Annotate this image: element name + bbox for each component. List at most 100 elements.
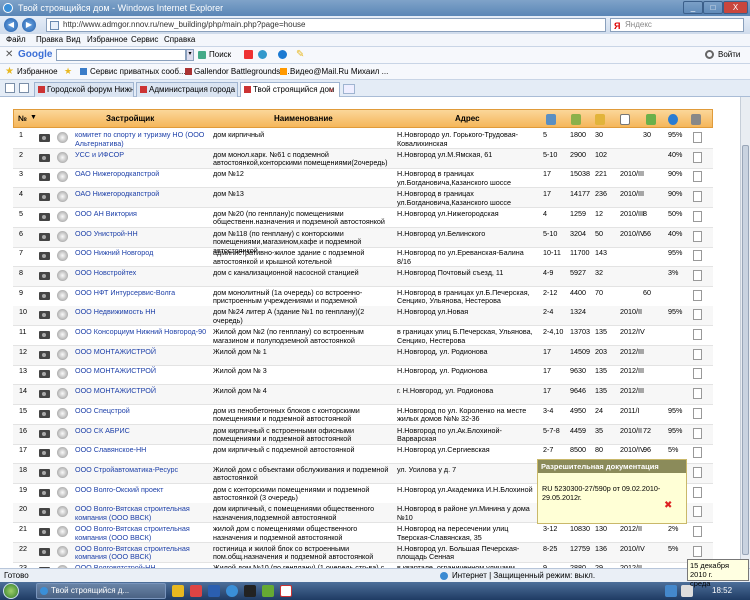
close-window-button[interactable]: X [723, 1, 748, 14]
translate-icon[interactable] [278, 50, 287, 59]
document-icon[interactable] [693, 132, 702, 143]
document-icon[interactable] [693, 506, 702, 518]
building-icon[interactable] [546, 114, 556, 125]
document-icon[interactable] [693, 230, 702, 242]
cell-dev[interactable]: ООО Недвижимость НН [75, 308, 207, 317]
camera-icon[interactable] [39, 528, 50, 536]
disc-icon[interactable] [57, 348, 68, 360]
camera-icon[interactable] [39, 508, 50, 517]
favlink-2[interactable]: Gallendor Battlegrounds -... [194, 67, 292, 76]
forward-button[interactable]: ▶ [22, 18, 36, 32]
cell-dev[interactable]: ООО Нижний Новгород [75, 249, 207, 258]
camera-icon[interactable] [39, 252, 50, 261]
disc-icon[interactable] [57, 269, 68, 281]
favorites-button[interactable]: Избранное [17, 67, 58, 76]
media-icon[interactable] [244, 585, 256, 597]
maximize-button[interactable]: □ [703, 1, 723, 14]
favlink-1[interactable]: Сервис приватных сооб... [90, 67, 186, 76]
camera-icon[interactable] [39, 291, 50, 300]
document-icon[interactable] [693, 309, 702, 321]
favlink-3[interactable]: Видео@Mail.Ru Михаил ... [290, 67, 388, 76]
scrollbar-thumb[interactable] [742, 145, 749, 555]
disc-icon[interactable] [57, 329, 68, 340]
disc-icon[interactable] [57, 289, 68, 301]
search-input[interactable]: Я Яндекс [610, 18, 744, 32]
cell-dev[interactable]: ООО Волго-Вятская строительная компания … [75, 544, 207, 562]
disc-icon[interactable] [57, 151, 68, 163]
cell-dev[interactable]: ООО Волго-Окский проект [75, 485, 207, 495]
google-search-button[interactable]: Поиск [209, 50, 231, 59]
disc-icon[interactable] [57, 191, 68, 203]
disc-icon[interactable] [57, 132, 68, 143]
signin-button[interactable]: Войти [718, 50, 740, 59]
camera-icon[interactable] [39, 468, 50, 477]
camera-icon[interactable] [39, 153, 50, 162]
disc-icon[interactable] [57, 309, 68, 321]
camera-icon[interactable] [39, 212, 50, 221]
word-icon[interactable] [208, 585, 220, 597]
document-icon[interactable] [693, 289, 702, 301]
sort-icon[interactable]: ▼ [30, 114, 37, 121]
menu-file[interactable]: Файл [6, 35, 26, 44]
camera-icon[interactable] [39, 370, 50, 379]
close-toolbar-icon[interactable]: ✕ [5, 49, 13, 60]
cell-dev[interactable]: ООО МОНТАЖИСТРОЙ [75, 367, 207, 376]
start-button[interactable] [3, 583, 19, 599]
camera-icon[interactable] [39, 488, 50, 497]
header-developer[interactable]: Застройщик [106, 114, 154, 123]
tab-house[interactable]: Твой строящийся дом × [240, 82, 340, 98]
menu-tools[interactable]: Сервис [131, 35, 158, 44]
calendar-icon[interactable] [620, 114, 630, 125]
tab-close-icon[interactable]: × [329, 84, 334, 97]
disc-icon[interactable] [57, 526, 68, 537]
key-icon[interactable] [595, 114, 605, 125]
docs-icon[interactable] [691, 114, 701, 125]
disc-icon[interactable] [57, 466, 68, 478]
back-button[interactable]: ◀ [4, 18, 18, 32]
disc-icon[interactable] [57, 388, 68, 400]
opera-icon[interactable] [190, 585, 202, 597]
bookmark-icon[interactable] [258, 50, 267, 59]
pencil-icon[interactable]: ✎ [296, 49, 304, 60]
cell-dev[interactable]: ООО Унистрой-НН [75, 229, 207, 239]
cell-dev[interactable]: ООО АН Виктория [75, 209, 207, 219]
camera-icon[interactable] [39, 409, 50, 418]
disc-icon[interactable] [57, 407, 68, 419]
document-icon[interactable] [693, 269, 702, 281]
money-icon[interactable] [646, 114, 656, 125]
menu-favorites[interactable]: Избранное [87, 35, 128, 44]
header-name[interactable]: Наименование [274, 114, 333, 123]
cell-dev[interactable]: ООО Спецстрой [75, 406, 207, 416]
camera-icon[interactable] [39, 173, 50, 182]
tab-forum[interactable]: Городской форум Нижне... [34, 82, 134, 97]
disc-icon[interactable] [57, 447, 68, 459]
document-icon[interactable] [693, 210, 702, 222]
document-icon[interactable] [693, 388, 702, 400]
menu-help[interactable]: Справка [164, 35, 195, 44]
tray-network-icon[interactable] [665, 585, 677, 597]
document-icon[interactable] [693, 348, 702, 360]
security-zone[interactable]: Интернет | Защищенный режим: выкл. [452, 569, 595, 582]
google-search-input[interactable] [56, 49, 186, 61]
document-icon[interactable] [693, 191, 702, 203]
document-icon[interactable] [693, 486, 702, 498]
cell-dev[interactable]: ООО Волго-Вятская строительная компания … [75, 505, 207, 522]
google-dropdown-icon[interactable]: ▾ [186, 49, 194, 61]
flats-icon[interactable] [571, 114, 581, 125]
cell-dev[interactable]: ООО Славянское-НН [75, 446, 207, 455]
gmail-icon[interactable] [244, 50, 253, 59]
cell-dev[interactable]: ОАО Нижегородкапстрой [75, 170, 207, 179]
disc-icon[interactable] [57, 368, 68, 380]
taskbar-ie-window[interactable]: Твой строящийся д... [36, 583, 166, 599]
disc-icon[interactable] [57, 250, 68, 262]
document-icon[interactable] [693, 407, 702, 419]
app-icon[interactable] [262, 585, 274, 597]
ie-quick-icon[interactable] [226, 585, 238, 597]
folder-icon[interactable] [172, 585, 184, 597]
cell-dev[interactable]: ООО Стройавтоматика-Ресурс [75, 465, 207, 475]
camera-icon[interactable] [39, 271, 50, 280]
cell-dev[interactable]: ООО Волго-Вятская строительная компания … [75, 524, 207, 542]
url-input[interactable]: http://www.admgor.nnov.ru/new_building/p… [46, 18, 606, 32]
new-tab-button[interactable] [343, 84, 355, 94]
camera-icon[interactable] [39, 350, 50, 359]
